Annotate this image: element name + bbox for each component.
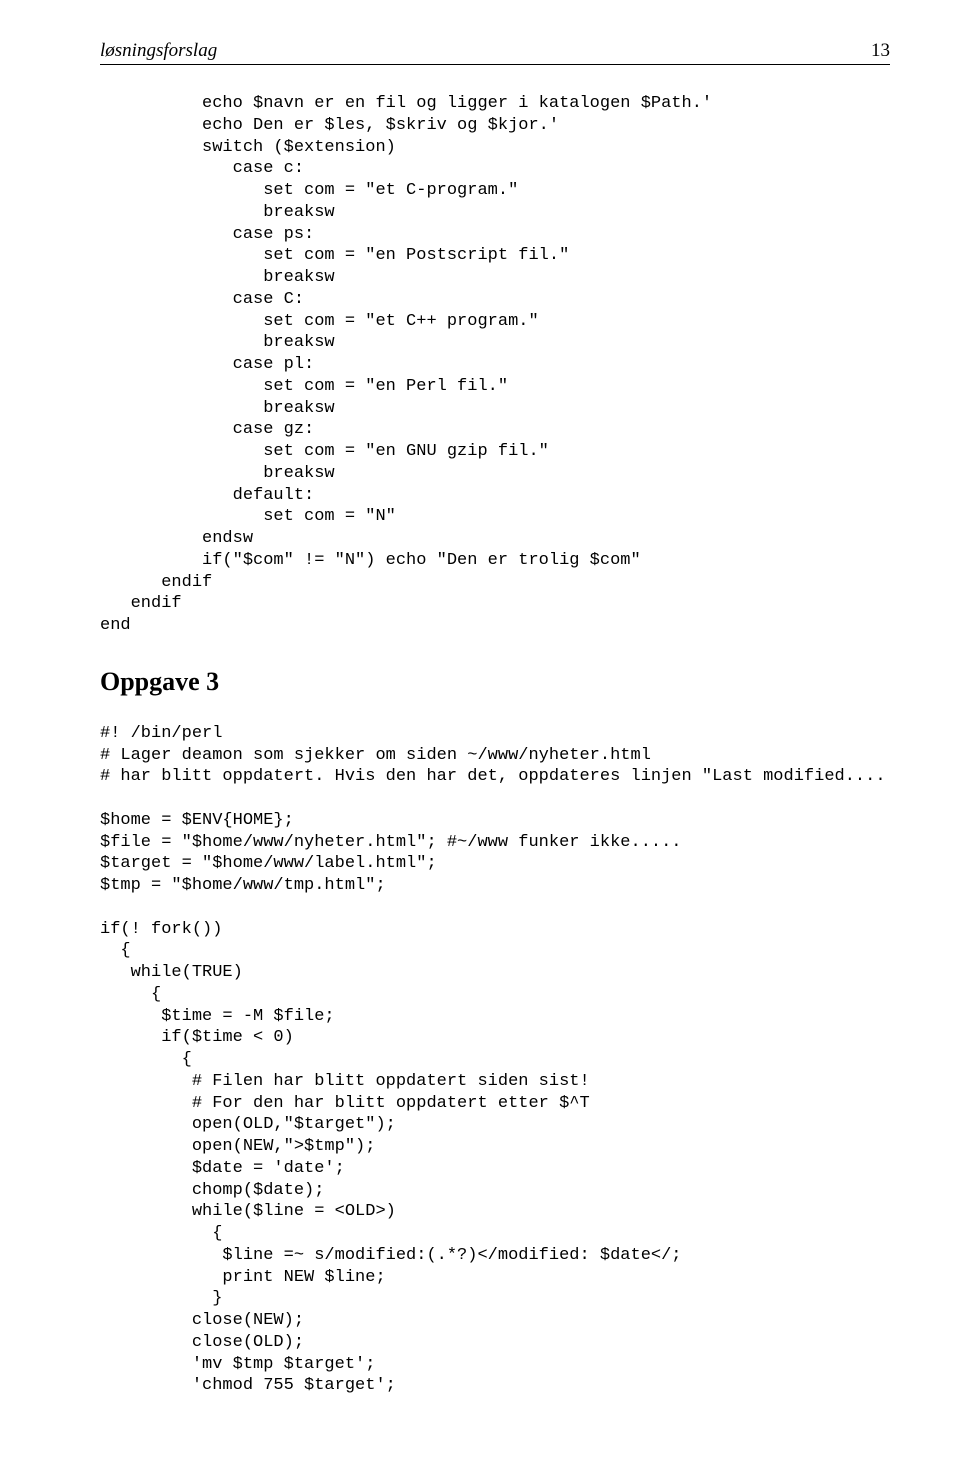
section-heading-oppgave-3: Oppgave 3 [100, 667, 890, 697]
page-container: løsningsforslag 13 echo $navn er en fil … [0, 0, 960, 1467]
code-block-2: #! /bin/perl # Lager deamon som sjekker … [100, 723, 890, 1397]
running-header: løsningsforslag 13 [100, 40, 890, 65]
header-title: løsningsforslag [100, 40, 217, 62]
page-number: 13 [871, 40, 890, 62]
code-block-1: echo $navn er en fil og ligger i katalog… [100, 93, 890, 637]
